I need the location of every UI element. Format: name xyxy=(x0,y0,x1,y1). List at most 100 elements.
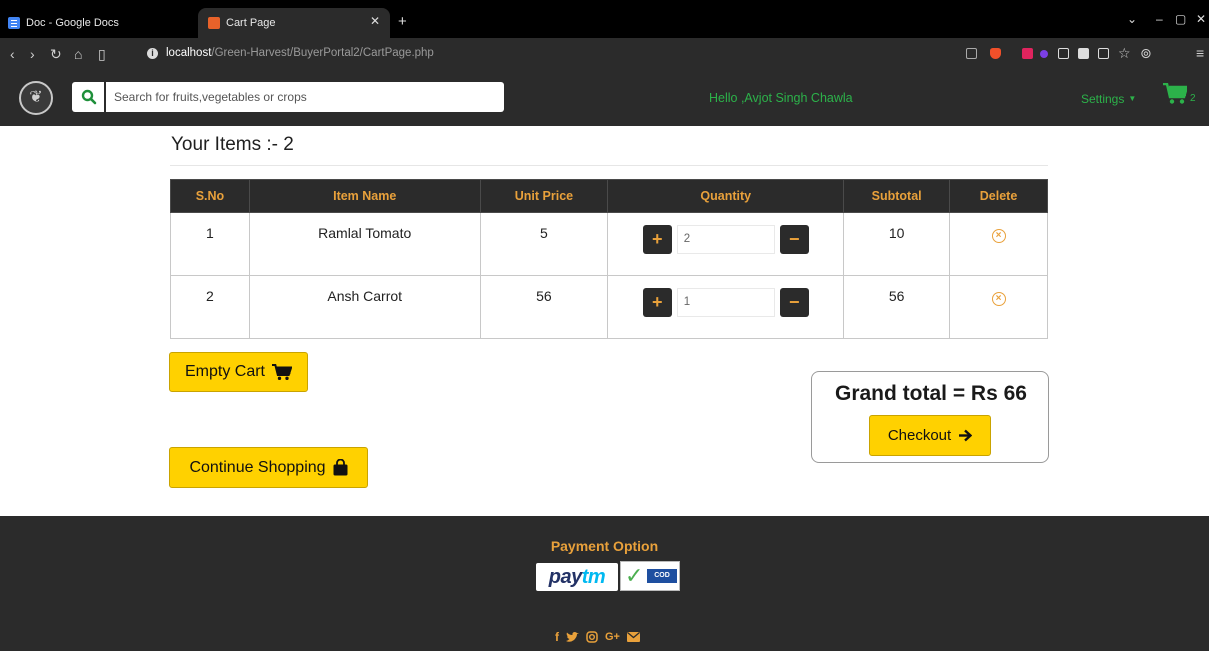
grand-total: Grand total = Rs 66 xyxy=(835,382,1027,405)
caret-down-icon: ▼ xyxy=(1128,94,1137,103)
instagram-icon[interactable] xyxy=(586,631,598,643)
shopping-cart-icon xyxy=(272,363,292,380)
home-icon[interactable]: ⌂ xyxy=(74,46,82,62)
extensions-puzzle-icon[interactable] xyxy=(1058,48,1069,59)
plus-icon: + xyxy=(651,229,663,249)
continue-shopping-label: Continue Shopping xyxy=(189,458,326,476)
search-input[interactable] xyxy=(106,82,504,112)
tab-title: Cart Page xyxy=(226,17,276,29)
cell-subtotal: 56 xyxy=(843,275,951,339)
cell-delete: × xyxy=(949,275,1048,339)
paytm-logo: paytm xyxy=(536,563,618,591)
vpn-icon[interactable]: ⊚ xyxy=(1140,45,1152,61)
cart-count-badge: 2 xyxy=(1190,93,1196,104)
continue-shopping-button[interactable]: Continue Shopping xyxy=(169,447,368,488)
search-button[interactable] xyxy=(72,82,106,112)
table-header-row: S.No Item Name Unit Price Quantity Subto… xyxy=(170,179,1048,213)
site-favicon-icon xyxy=(208,17,220,29)
cell-item-name: Ansh Carrot xyxy=(248,275,481,339)
cell-quantity: + 2 − xyxy=(607,212,845,276)
search-icon xyxy=(81,89,97,105)
decrease-quantity-button[interactable]: − xyxy=(779,225,809,254)
increase-quantity-button[interactable]: + xyxy=(642,288,672,317)
cell-unit-price: 56 xyxy=(479,275,609,339)
back-icon[interactable]: ‹ xyxy=(10,46,15,62)
brave-shields-icon[interactable] xyxy=(990,48,1001,59)
checkout-label: Checkout xyxy=(887,427,952,444)
checkout-button[interactable]: Checkout xyxy=(869,415,991,456)
empty-cart-button[interactable]: Empty Cart xyxy=(169,352,308,392)
url-text[interactable]: localhost/Green-Harvest/BuyerPortal2/Car… xyxy=(166,47,434,59)
facebook-icon[interactable]: f xyxy=(555,630,559,644)
quantity-input[interactable]: 2 xyxy=(676,225,775,254)
bookmark-icon[interactable]: ▯ xyxy=(98,46,106,62)
extension-icon[interactable] xyxy=(1040,50,1048,58)
forward-icon[interactable]: › xyxy=(30,46,35,62)
close-tab-icon[interactable]: ✕ xyxy=(370,14,380,28)
empty-cart-label: Empty Cart xyxy=(184,363,265,380)
search-bar xyxy=(72,82,504,112)
divider xyxy=(170,165,1048,166)
table-row: 1 Ramlal Tomato 5 + 2 − 10 × xyxy=(170,212,1048,276)
arrow-right-icon xyxy=(959,429,973,442)
sidebar-icon[interactable] xyxy=(1078,48,1089,59)
minimize-icon[interactable]: – xyxy=(1156,12,1163,26)
share-icon[interactable] xyxy=(966,48,977,59)
quantity-stepper: + 2 − xyxy=(642,225,809,254)
quantity-stepper: + 1 − xyxy=(642,288,809,317)
payment-option-title: Payment Option xyxy=(550,538,659,554)
shopping-bag-icon xyxy=(333,459,348,476)
table-row: 2 Ansh Carrot 56 + 1 − 56 × xyxy=(170,275,1048,339)
tab-cart-page[interactable]: Cart Page ✕ xyxy=(198,8,390,38)
column-header-quantity: Quantity xyxy=(607,179,845,213)
cell-sno: 1 xyxy=(170,212,250,276)
wallet-icon[interactable] xyxy=(1098,48,1109,59)
extension-icon[interactable] xyxy=(1022,48,1033,59)
close-window-icon[interactable]: ✕ xyxy=(1196,12,1206,26)
green-harvest-logo[interactable]: ❦ xyxy=(19,81,53,115)
page-title: Your Items :- 2 xyxy=(171,134,294,155)
cell-unit-price: 5 xyxy=(479,212,609,276)
cart-table: S.No Item Name Unit Price Quantity Subto… xyxy=(170,179,1048,339)
new-tab-icon[interactable]: + xyxy=(398,14,407,29)
plus-icon: + xyxy=(651,292,663,312)
cod-logo: ✓ COD xyxy=(620,561,680,591)
minus-icon: − xyxy=(788,292,800,312)
google-docs-icon xyxy=(8,17,20,29)
quantity-input[interactable]: 1 xyxy=(676,288,775,317)
tab-title: Doc - Google Docs xyxy=(26,17,119,29)
address-bar: ‹ › ↻ ⌂ ▯ i localhost/Green-Harvest/Buye… xyxy=(0,38,1209,70)
cell-quantity: + 1 − xyxy=(607,275,845,339)
tab-google-docs[interactable]: Doc - Google Docs xyxy=(8,8,198,38)
grand-total-card: Grand total = Rs 66 Checkout xyxy=(811,371,1049,463)
cart-icon[interactable] xyxy=(1163,82,1189,110)
tab-search-chevron-icon[interactable]: ⌄ xyxy=(1127,12,1137,26)
cell-item-name: Ramlal Tomato xyxy=(248,212,481,276)
social-links: f G+ xyxy=(555,630,640,644)
column-header-subtotal: Subtotal xyxy=(843,179,951,213)
twitter-icon[interactable] xyxy=(566,631,579,643)
delete-item-icon[interactable]: × xyxy=(991,292,1006,306)
reload-icon[interactable]: ↻ xyxy=(50,46,62,62)
cell-sno: 2 xyxy=(170,275,250,339)
rewards-icon[interactable]: ☆ xyxy=(1118,45,1131,61)
column-header-unit-price: Unit Price xyxy=(479,179,609,213)
check-icon: ✓ xyxy=(625,563,644,588)
browser-tab-bar: Doc - Google Docs Cart Page ✕ + ⌄ – ▢ ✕ xyxy=(0,0,1209,38)
decrease-quantity-button[interactable]: − xyxy=(779,288,809,317)
increase-quantity-button[interactable]: + xyxy=(642,225,672,254)
cell-subtotal: 10 xyxy=(843,212,951,276)
column-header-sno: S.No xyxy=(170,179,250,213)
delete-item-icon[interactable]: × xyxy=(991,229,1006,243)
site-info-icon[interactable]: i xyxy=(147,48,158,59)
menu-icon[interactable]: ≡ xyxy=(1196,45,1204,61)
settings-dropdown[interactable]: Settings ▼ xyxy=(1081,92,1136,106)
column-header-item-name: Item Name xyxy=(248,179,481,213)
user-greeting: Hello ,Avjot Singh Chawla xyxy=(709,91,853,105)
google-plus-icon[interactable]: G+ xyxy=(605,631,620,643)
cell-delete: × xyxy=(949,212,1048,276)
mail-icon[interactable] xyxy=(626,632,640,642)
column-header-delete: Delete xyxy=(949,179,1048,213)
minus-icon: − xyxy=(788,229,800,249)
restore-icon[interactable]: ▢ xyxy=(1175,12,1186,26)
